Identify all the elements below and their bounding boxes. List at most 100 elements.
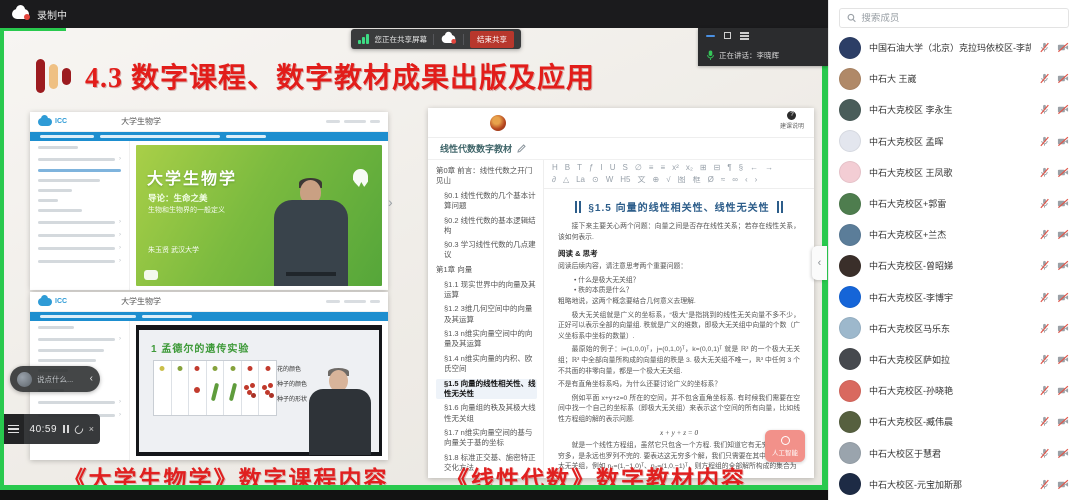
- toolbar-icon[interactable]: ¶: [727, 164, 731, 172]
- toolbar-icon[interactable]: ∞: [732, 176, 738, 184]
- search-input[interactable]: [861, 13, 1061, 24]
- camera-off-icon[interactable]: [1057, 104, 1069, 115]
- member-row[interactable]: 中石大克校区 王凤歌: [829, 157, 1078, 188]
- camera-off-icon[interactable]: [1057, 73, 1069, 84]
- toolbar-icon[interactable]: ≈: [721, 176, 725, 184]
- toolbar-icon[interactable]: ⊙: [592, 176, 599, 184]
- member-row[interactable]: 中石大克校区马乐东: [829, 313, 1078, 344]
- toc-item[interactable]: §0.2 线性代数的基本逻辑结构: [436, 216, 537, 236]
- toolbar-icon[interactable]: x₂: [686, 164, 693, 172]
- mic-muted-icon[interactable]: [1039, 229, 1050, 240]
- mic-muted-icon[interactable]: [1039, 292, 1050, 303]
- member-row[interactable]: 中石大克校区 孟晖: [829, 126, 1078, 157]
- member-row[interactable]: 中石大克校区-臧伟晨: [829, 406, 1078, 437]
- loop-icon[interactable]: [73, 423, 84, 435]
- camera-off-icon[interactable]: [1057, 136, 1069, 147]
- camera-off-icon[interactable]: [1057, 323, 1069, 334]
- camera-off-icon[interactable]: [1057, 416, 1069, 427]
- ai-assistant-button[interactable]: 人工智能: [765, 430, 805, 462]
- toc-item[interactable]: 第1章 向量: [436, 265, 537, 275]
- toolbar-icon[interactable]: △: [563, 176, 569, 184]
- toolbar-icon[interactable]: 文: [638, 176, 646, 184]
- toolbar-icon[interactable]: x²: [672, 164, 679, 172]
- toolbar-icon[interactable]: §: [739, 164, 743, 172]
- toolbar-icon[interactable]: ‹: [745, 176, 748, 184]
- toolbar-icon[interactable]: S: [622, 164, 627, 172]
- collapse-left-icon[interactable]: ‹: [90, 374, 93, 384]
- minimize-icon[interactable]: [706, 35, 715, 38]
- close-icon[interactable]: ×: [89, 425, 94, 434]
- member-row[interactable]: 中石大克校区-李博宇: [829, 282, 1078, 313]
- toc-item[interactable]: §1.1 现实世界中的向量及其运算: [436, 280, 537, 300]
- toc-item[interactable]: §1.4 n维实向量的内积、欧氏空间: [436, 354, 537, 374]
- camera-off-icon[interactable]: [1057, 479, 1069, 490]
- toc-item[interactable]: §0.3 学习线性代数的几点建议: [436, 240, 537, 260]
- list-view-icon[interactable]: [740, 32, 749, 40]
- member-search[interactable]: [839, 8, 1069, 28]
- mic-muted-icon[interactable]: [1039, 42, 1050, 53]
- member-row[interactable]: 中石大 王崴: [829, 63, 1078, 94]
- toolbar-icon[interactable]: ⊕: [653, 176, 660, 184]
- meeting-cloud-icon[interactable]: [442, 35, 456, 43]
- toolbar-icon[interactable]: H: [552, 164, 558, 172]
- camera-off-icon[interactable]: [1057, 229, 1069, 240]
- mendel-video-player[interactable]: 1 孟德尔的遗传实验: [136, 325, 382, 456]
- camera-off-icon[interactable]: [1057, 167, 1069, 178]
- member-row[interactable]: 中石大校区于慧君: [829, 437, 1078, 468]
- toc-item[interactable]: §1.7 n维实向量空间的基与向量关于基的坐标: [436, 428, 537, 448]
- toolbar-icon[interactable]: ∂: [552, 176, 556, 184]
- toolbar-icon[interactable]: ›: [755, 176, 758, 184]
- mic-muted-icon[interactable]: [1039, 385, 1050, 396]
- toolbar-icon[interactable]: W: [606, 176, 614, 184]
- sidebar-collapse-tab[interactable]: ‹: [812, 246, 827, 280]
- toolbar-icon[interactable]: ⊟: [714, 164, 721, 172]
- mic-muted-icon[interactable]: [1039, 260, 1050, 271]
- mic-muted-icon[interactable]: [1039, 73, 1050, 84]
- toolbar-icon[interactable]: ⊞: [700, 164, 707, 172]
- mic-muted-icon[interactable]: [1039, 167, 1050, 178]
- mic-muted-icon[interactable]: [1039, 479, 1050, 490]
- mic-muted-icon[interactable]: [1039, 198, 1050, 209]
- mic-muted-icon[interactable]: [1039, 354, 1050, 365]
- member-row[interactable]: 中石大克校区+郭雷: [829, 188, 1078, 219]
- toolbar-icon[interactable]: H5: [620, 176, 630, 184]
- end-share-button[interactable]: 结束共享: [470, 31, 514, 48]
- toolbar-icon[interactable]: ∅: [635, 164, 642, 172]
- member-row[interactable]: 中石大克校区-曾昭娣: [829, 250, 1078, 281]
- toolbar-icon[interactable]: ≡: [660, 164, 665, 172]
- mic-muted-icon[interactable]: [1039, 416, 1050, 427]
- edit-pencil-icon[interactable]: [517, 144, 526, 153]
- toolbar-icon[interactable]: ←: [750, 164, 758, 172]
- danmaku-input-pill[interactable]: 说点什么... ‹: [10, 366, 100, 392]
- camera-off-icon[interactable]: [1057, 198, 1069, 209]
- toolbar-icon[interactable]: →: [765, 164, 773, 172]
- mic-muted-icon[interactable]: [1039, 448, 1050, 459]
- mic-muted-icon[interactable]: [1039, 104, 1050, 115]
- toc-item[interactable]: §0.1 线性代数的几个基本计算问题: [436, 191, 537, 211]
- pause-icon[interactable]: [63, 425, 69, 433]
- camera-off-icon[interactable]: [1057, 448, 1069, 459]
- camera-off-icon[interactable]: [1057, 42, 1069, 53]
- camera-off-icon[interactable]: [1057, 260, 1069, 271]
- member-row[interactable]: 中石大克校区-孙晓艳: [829, 375, 1078, 406]
- member-row[interactable]: 中国石油大学（北京）克拉玛依校区-李凯: [829, 32, 1078, 63]
- member-row[interactable]: 中石大克校区萨如拉: [829, 344, 1078, 375]
- toolbar-icon[interactable]: ƒ: [589, 164, 593, 172]
- mic-muted-icon[interactable]: [1039, 136, 1050, 147]
- menu-icon[interactable]: [4, 414, 24, 444]
- camera-off-icon[interactable]: [1057, 354, 1069, 365]
- toolbar-icon[interactable]: 图: [678, 176, 686, 184]
- toolbar-icon[interactable]: Ø: [708, 176, 714, 184]
- toc-item[interactable]: §1.5 向量的线性相关性、线性无关性: [436, 379, 537, 399]
- mic-muted-icon[interactable]: [1039, 323, 1050, 334]
- member-row[interactable]: 中石大克校区 李永生: [829, 94, 1078, 125]
- toolbar-icon[interactable]: T: [577, 164, 582, 172]
- toolbar-icon[interactable]: ≡: [649, 164, 654, 172]
- toc-item[interactable]: §1.2 3维几何空间中的向量及其运算: [436, 304, 537, 324]
- toc-item[interactable]: 第0章 前言：线性代数之开门见山: [436, 166, 537, 186]
- toolbar-icon[interactable]: B: [565, 164, 570, 172]
- toolbar-icon[interactable]: √: [666, 176, 670, 184]
- member-row[interactable]: 中石大克校区+兰杰: [829, 219, 1078, 250]
- toolbar-icon[interactable]: U: [610, 164, 616, 172]
- toolbar-icon[interactable]: La: [576, 176, 585, 184]
